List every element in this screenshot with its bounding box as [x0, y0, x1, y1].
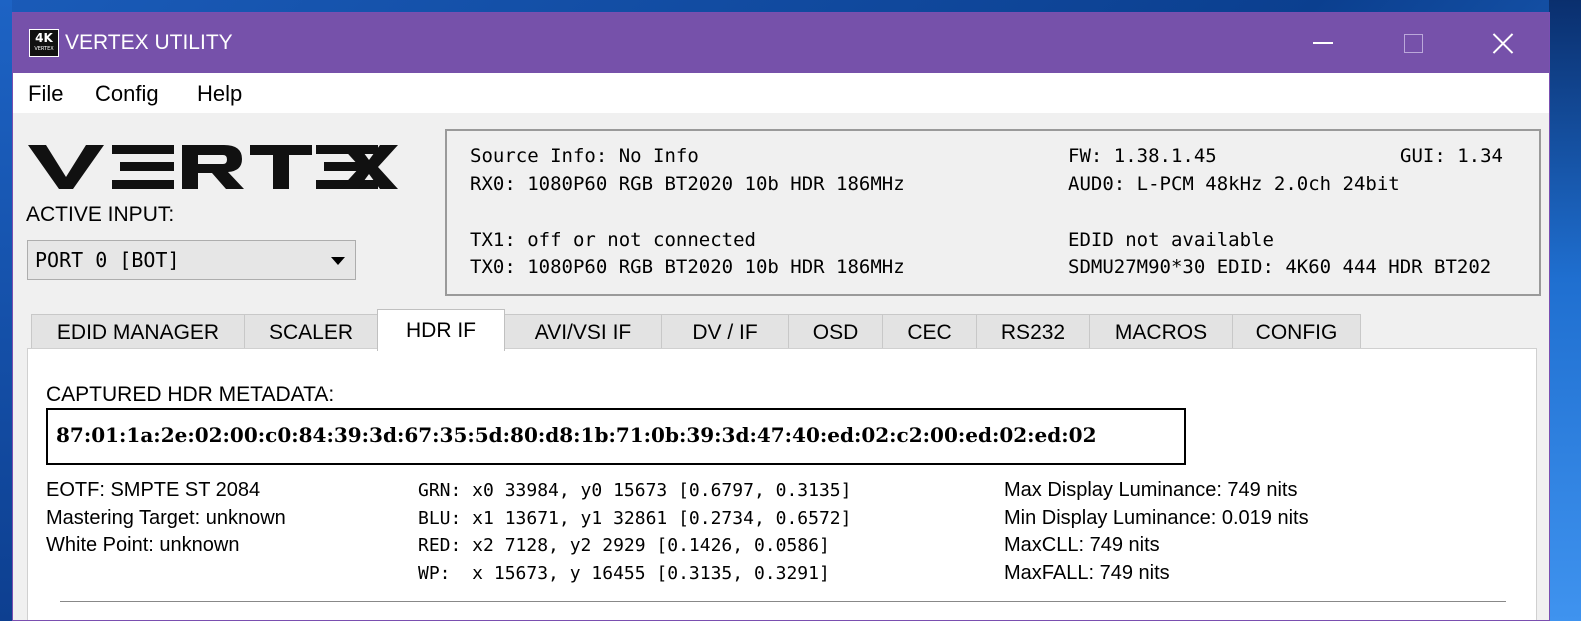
maxcll: MaxCLL: 749 nits: [1004, 534, 1160, 556]
aud0-status: AUD0: L-PCM 48kHz 2.0ch 24bit: [1068, 173, 1400, 195]
active-input-label: ACTIVE INPUT:: [26, 203, 175, 226]
firmware-version: FW: 1.38.1.45: [1068, 145, 1217, 167]
white-point-coords: WP: x 15673, y 16455 [0.3135, 0.3291]: [418, 562, 830, 584]
edid-status: EDID not available: [1068, 229, 1274, 251]
source-info: Source Info: No Info: [470, 145, 699, 167]
eotf-column: EOTF: SMPTE ST 2084 Mastering Target: un…: [46, 477, 286, 560]
tx0-status: TX0: 1080P60 RGB BT2020 10b HDR 186MHz: [470, 256, 905, 278]
close-button[interactable]: [1458, 13, 1548, 73]
eotf-value: EOTF: SMPTE ST 2084: [46, 479, 261, 501]
app-window: 4K VERTEX VERTEX UTILITY File Config Hel…: [12, 12, 1550, 621]
maxfall: MaxFALL: 749 nits: [1004, 561, 1170, 584]
tx1-status: TX1: off or not connected: [470, 229, 756, 251]
title-bar[interactable]: 4K VERTEX VERTEX UTILITY: [13, 13, 1549, 73]
desktop-background-left: [0, 0, 12, 621]
luminance-column: Max Display Luminance: 749 nits Min Disp…: [1004, 477, 1309, 587]
tab-dv-if[interactable]: DV / IF: [661, 314, 789, 350]
maximize-icon: [1403, 33, 1423, 53]
app-icon-sublabel: VERTEX: [34, 46, 54, 52]
tab-macros[interactable]: MACROS: [1089, 314, 1233, 350]
menu-file[interactable]: File: [28, 81, 63, 107]
maximize-button[interactable]: [1368, 13, 1458, 73]
chevron-down-icon: [331, 257, 345, 265]
minimize-button[interactable]: [1278, 13, 1368, 73]
white-point: White Point: unknown: [46, 534, 240, 556]
desktop-background-right: [1549, 0, 1581, 621]
max-display-luminance: Max Display Luminance: 749 nits: [1004, 479, 1298, 501]
tab-edid-manager[interactable]: EDID MANAGER: [31, 314, 245, 350]
menu-bar: File Config Help: [13, 73, 1549, 113]
tab-cec[interactable]: CEC: [882, 314, 977, 350]
min-display-luminance: Min Display Luminance: 0.019 nits: [1004, 506, 1309, 529]
active-input-select[interactable]: PORT 0 [BOT]: [27, 240, 356, 280]
tab-osd[interactable]: OSD: [788, 314, 883, 350]
primaries-column: GRN: x0 33984, y0 15673 [0.6797, 0.3135]…: [418, 477, 851, 587]
tab-scaler[interactable]: SCALER: [244, 314, 378, 350]
window-title: VERTEX UTILITY: [65, 31, 233, 54]
close-icon: [1492, 32, 1514, 54]
blue-primary: BLU: x1 13671, y1 32861 [0.2734, 0.6572]: [418, 507, 852, 529]
divider: [60, 601, 1506, 602]
green-primary: GRN: x0 33984, y0 15673 [0.6797, 0.3135]: [418, 480, 852, 501]
vertex-logo: [28, 145, 398, 189]
menu-config[interactable]: Config: [95, 81, 159, 107]
mastering-target: Mastering Target: unknown: [46, 506, 286, 529]
app-icon: 4K VERTEX: [29, 29, 59, 57]
minimize-icon: [1313, 42, 1333, 44]
gui-version: GUI: 1.34: [1400, 145, 1503, 167]
app-icon-label: 4K: [35, 31, 53, 45]
menu-help[interactable]: Help: [197, 81, 242, 107]
tab-hdr-if[interactable]: HDR IF: [377, 309, 505, 351]
red-primary: RED: x2 7128, y2 2929 [0.1426, 0.0586]: [418, 535, 830, 556]
hdr-metadata-hex: 87:01:1a:2e:02:00:c0:84:39:3d:67:35:5d:8…: [56, 423, 1097, 447]
tab-avi-vsi-if[interactable]: AVI/VSI IF: [504, 314, 662, 350]
captured-hdr-label: CAPTURED HDR METADATA:: [46, 383, 335, 406]
hdr-if-panel: CAPTURED HDR METADATA: 87:01:1a:2e:02:00…: [27, 348, 1537, 620]
hdr-metadata-box[interactable]: 87:01:1a:2e:02:00:c0:84:39:3d:67:35:5d:8…: [46, 408, 1186, 465]
tab-config[interactable]: CONFIG: [1232, 314, 1361, 350]
edid-sink-info: SDMU27M90*30 EDID: 4K60 444 HDR BT202: [1068, 256, 1492, 278]
rx0-status: RX0: 1080P60 RGB BT2020 10b HDR 186MHz: [470, 173, 905, 195]
active-input-value: PORT 0 [BOT]: [35, 248, 180, 272]
device-info-panel: Source Info: No Info RX0: 1080P60 RGB BT…: [445, 129, 1541, 296]
tab-rs232[interactable]: RS232: [976, 314, 1090, 350]
